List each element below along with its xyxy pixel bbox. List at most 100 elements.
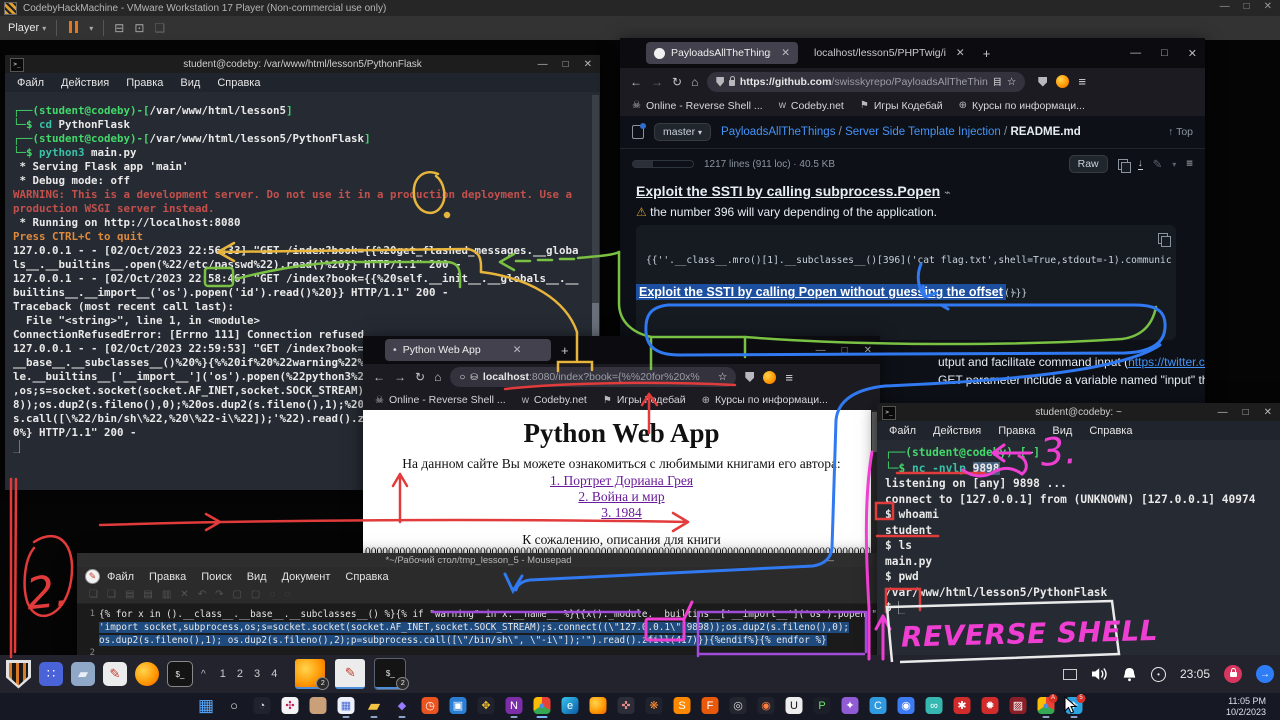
tab-python-web-app[interactable]: • Python Web App ✕: [385, 339, 551, 361]
unreal-icon[interactable]: U: [786, 697, 803, 714]
vm-clock[interactable]: 23:05: [1180, 667, 1210, 681]
vscode-icon[interactable]: C: [870, 697, 887, 714]
minimize-button[interactable]: —: [538, 59, 548, 70]
bookmark-item[interactable]: ⊕Курсы по информаци...: [959, 100, 1085, 112]
menu-item[interactable]: Вид: [247, 571, 267, 583]
readme-heading-1[interactable]: Exploit the SSTI by calling subprocess.P…: [636, 183, 951, 199]
suspend-vm-button[interactable]: [67, 21, 79, 36]
speedtest-icon[interactable]: ◔: [254, 697, 271, 714]
new-tab-button[interactable]: +: [561, 343, 569, 358]
fl-studio-icon[interactable]: ❋: [646, 697, 663, 714]
virtualbox-icon[interactable]: ▣: [450, 697, 467, 714]
gear-red-2-icon[interactable]: ✹: [982, 697, 999, 714]
back-icon[interactable]: ←: [630, 75, 642, 89]
mousepad-window[interactable]: *~/Рабочий стол/tmp_lesson_5 - Mousepad …: [77, 553, 880, 655]
power-manager-icon[interactable]: •: [1151, 667, 1166, 682]
reader-mode-icon[interactable]: 目: [993, 75, 1002, 88]
tab-localhost-phptwig[interactable]: localhost/lesson5/PHPTwig/i ✕: [806, 42, 973, 64]
firefox-window-webapp[interactable]: • Python Web App ✕ + — □ ✕ ← → ↻ ⌂ ○ ⛁ l…: [363, 336, 880, 562]
mousepad-window-icon[interactable]: ✎: [335, 659, 365, 689]
anchor-link-icon[interactable]: ⌁: [944, 187, 951, 199]
branch-selector[interactable]: master ▾: [654, 123, 711, 141]
reload-icon[interactable]: ↻: [672, 75, 682, 89]
start-icon[interactable]: ▦: [198, 697, 215, 714]
slack-icon[interactable]: ✣: [282, 697, 299, 714]
firefox-icon[interactable]: [590, 697, 607, 714]
volume-icon[interactable]: [1091, 667, 1108, 681]
minimize-button[interactable]: —: [825, 555, 835, 566]
photos-icon[interactable]: ▨: [1010, 697, 1027, 714]
pocket-icon[interactable]: [745, 372, 754, 382]
view-tab[interactable]: [633, 161, 653, 167]
calendar-icon[interactable]: ▦: [338, 697, 355, 714]
blender-icon[interactable]: ◉: [758, 697, 775, 714]
minimize-button[interactable]: —: [1130, 47, 1141, 59]
co-app-icon[interactable]: ∞: [926, 697, 943, 714]
ubuntu-clock-icon[interactable]: ◷: [422, 697, 439, 714]
terminal2-titlebar[interactable]: >_ student@codeby: ~ — □ ✕: [877, 403, 1280, 421]
gear-red-1-icon[interactable]: ✱: [954, 697, 971, 714]
account-avatar[interactable]: [1056, 75, 1069, 88]
bookmark-item[interactable]: ☠Online - Reverse Shell ...: [632, 100, 763, 112]
host-clock[interactable]: 11:05 PM 10/2/2023: [1226, 696, 1266, 717]
file-manager-icon[interactable]: ▰: [71, 662, 95, 686]
obs-icon[interactable]: ◎: [730, 697, 747, 714]
vmware-maximize-button[interactable]: □: [1244, 1, 1250, 12]
menu-item[interactable]: Документ: [282, 571, 331, 583]
copy-icon[interactable]: [1118, 159, 1128, 170]
maximize-button[interactable]: □: [842, 345, 848, 356]
bookmark-star-icon[interactable]: ☆: [718, 371, 727, 383]
close-button[interactable]: ✕: [1264, 407, 1272, 418]
terminal-window-icon[interactable]: $_2: [375, 659, 405, 689]
terminal-window-nc[interactable]: >_ student@codeby: ~ — □ ✕ ФайлДействияП…: [877, 403, 1280, 655]
bookmark-item[interactable]: ☠Online - Reverse Shell ...: [375, 394, 506, 406]
show-desktop-icon[interactable]: [1063, 669, 1077, 680]
maximize-button[interactable]: □: [563, 59, 569, 70]
book-link-2[interactable]: 2. Война и мир: [363, 489, 880, 505]
copy-code-icon[interactable]: [1158, 233, 1168, 244]
reload-icon[interactable]: ↻: [415, 370, 425, 384]
view-tab[interactable]: [653, 161, 673, 167]
back-icon[interactable]: ←: [373, 370, 385, 384]
player-menu[interactable]: Player ▾: [8, 22, 46, 34]
mousepad-editor[interactable]: 12 {% for x in ().__class__.__base__.__s…: [77, 604, 880, 656]
explorer-icon[interactable]: ▰: [366, 697, 383, 714]
top-link[interactable]: ↑ Top: [1168, 126, 1193, 138]
raw-button[interactable]: Raw: [1069, 155, 1108, 173]
screensaver-lock-icon[interactable]: [1224, 665, 1242, 683]
new-tab-button[interactable]: +: [983, 46, 991, 61]
telegram-icon[interactable]: ✈5: [1066, 697, 1083, 714]
menu-item[interactable]: Файл: [889, 425, 916, 437]
tab-payloadsallthethings[interactable]: PayloadsAllTheThings/Se ✕: [646, 42, 798, 64]
firefox-launcher-icon[interactable]: [135, 662, 159, 686]
bookmark-item[interactable]: wCodeby.net: [779, 100, 844, 112]
vmware-close-button[interactable]: ✕: [1264, 1, 1272, 12]
file-changes-icon[interactable]: [632, 125, 644, 139]
menu-item[interactable]: Справка: [1089, 425, 1132, 437]
bookmark-item[interactable]: wCodeby.net: [522, 394, 587, 406]
terminal2-content[interactable]: ┌──(student@codeby)-[~]└─$ nc -nvlp 9898…: [877, 440, 1280, 660]
close-button[interactable]: ✕: [584, 59, 592, 70]
breadcrumb-folder[interactable]: Server Side Template Injection: [845, 126, 1001, 138]
maximize-button[interactable]: □: [1243, 407, 1249, 418]
sublime-icon[interactable]: S: [674, 697, 691, 714]
menu-item[interactable]: Правка: [998, 425, 1035, 437]
menu-item[interactable]: Правка: [126, 77, 163, 89]
yellow-arrows-icon[interactable]: ✥: [478, 697, 495, 714]
forward-icon[interactable]: →: [394, 370, 406, 384]
whisker-menu-icon[interactable]: ∷: [39, 662, 63, 686]
suspend-caret-icon[interactable]: ▾: [89, 24, 93, 33]
minimize-button[interactable]: —: [816, 345, 826, 356]
twitter-link[interactable]: https://twitter.com/SecGus: [1128, 355, 1205, 369]
bookmark-item[interactable]: ⚑Игры Кодебай: [860, 100, 943, 112]
close-button[interactable]: ✕: [864, 345, 872, 356]
menu-item[interactable]: Вид: [1052, 425, 1072, 437]
app-menu-icon[interactable]: ≡: [1078, 74, 1086, 89]
breadcrumb-repo[interactable]: PayloadsAllTheThings: [721, 126, 835, 138]
onenote-icon[interactable]: N: [506, 697, 523, 714]
menu-item[interactable]: Справка: [345, 571, 388, 583]
obsidian-icon[interactable]: ◆: [394, 697, 411, 714]
session-icon[interactable]: →: [1256, 665, 1274, 683]
bookmark-item[interactable]: ⊕Курсы по информаци...: [702, 394, 828, 406]
url-bar[interactable]: https://github.com/swisskyrepo/PayloadsA…: [707, 72, 1025, 92]
